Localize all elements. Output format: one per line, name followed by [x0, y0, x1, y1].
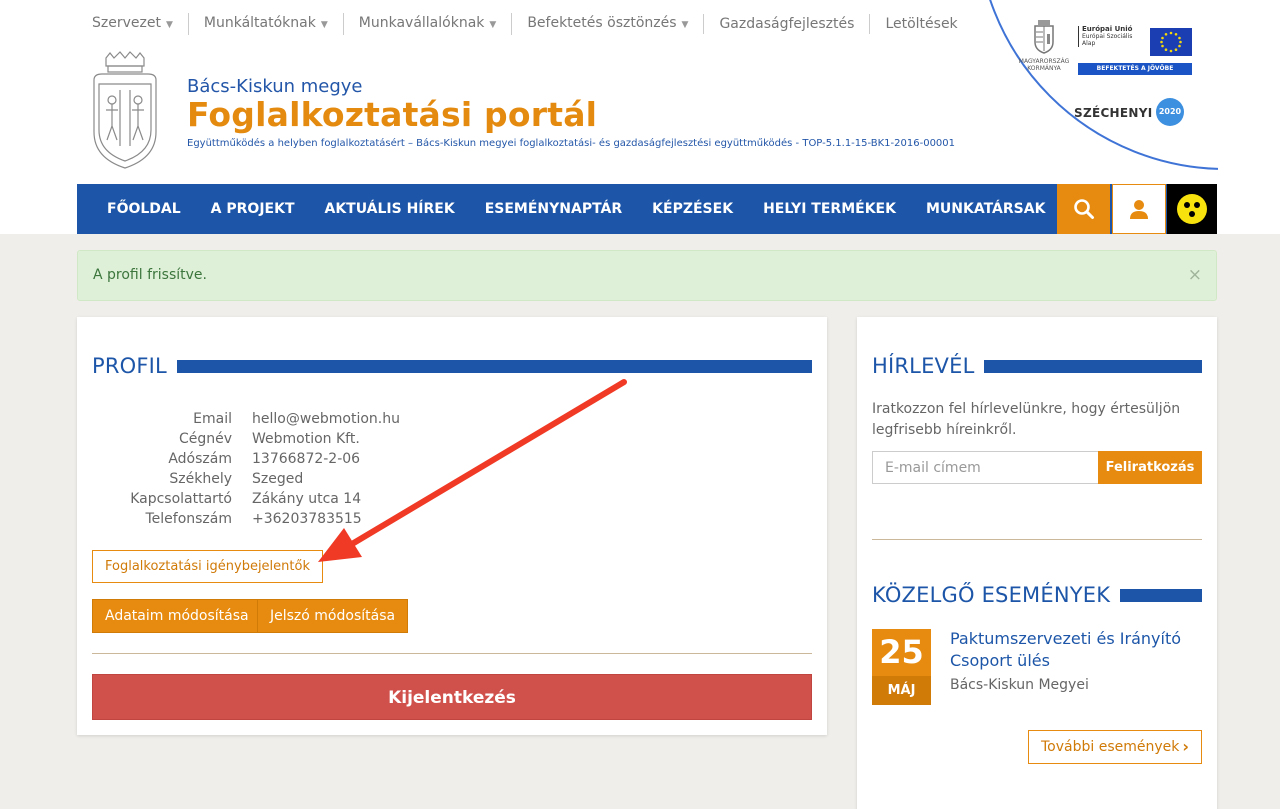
- accessibility-icon: [1177, 194, 1207, 224]
- top-menu-gazdasagfejlesztes[interactable]: Gazdaságfejlesztés: [703, 14, 869, 34]
- divider: [92, 653, 812, 654]
- profile-row-email: Email hello@webmotion.hu: [193, 411, 400, 427]
- caret-down-icon: ▼: [165, 20, 173, 30]
- caret-down-icon: ▼: [489, 20, 497, 30]
- nav-link-projekt[interactable]: A PROJEKT: [196, 201, 310, 217]
- divider: [872, 539, 1202, 540]
- event-month: MÁJ: [872, 676, 931, 705]
- subscribe-button[interactable]: Feliratkozás: [1098, 451, 1202, 484]
- sidebar-card: HÍRLEVÉL Iratkozzon fel hírlevelünkre, h…: [857, 317, 1217, 809]
- eu-name: Európai Unió: [1082, 25, 1133, 33]
- top-menu-munkavallaloknak[interactable]: Munkavállalóknak ▼: [342, 13, 512, 35]
- newsletter-title: HÍRLEVÉL: [872, 354, 975, 378]
- hungarian-government-logo: MAGYARORSZÁG KORMÁNYA: [1013, 20, 1075, 72]
- eu-slogan: BEFEKTETÉS A JÖVŐBE: [1078, 63, 1192, 75]
- edit-profile-button[interactable]: Adataim módosítása: [92, 599, 262, 633]
- nav-link-kepzesek[interactable]: KÉPZÉSEK: [637, 201, 748, 217]
- chevron-right-icon: ›: [1182, 737, 1189, 756]
- profile-row-seat: Székhely Szeged: [169, 471, 304, 487]
- site-title[interactable]: Foglalkoztatási portál: [187, 95, 597, 134]
- event-location: Bács-Kiskun Megyei: [950, 677, 1089, 693]
- profile-card: PROFIL Email hello@webmotion.hu Cégnév Web…: [77, 317, 827, 735]
- gov-label-2: KORMÁNYA: [1027, 65, 1061, 72]
- accessibility-button[interactable]: [1167, 184, 1217, 234]
- profile-row-taxnumber: Adószám 13766872-2-06: [168, 451, 361, 467]
- eu-fund-1: Európai Szociális: [1082, 33, 1133, 40]
- szechenyi-2020-icon: 2020: [1156, 98, 1184, 126]
- event-day: 25: [872, 629, 931, 676]
- alert-text: A profil frissítve.: [93, 267, 207, 283]
- caret-down-icon: ▼: [681, 20, 689, 30]
- heading-bar: [176, 359, 812, 373]
- county-crest-icon[interactable]: [90, 50, 160, 170]
- main-nav: FŐOLDAL A PROJEKT AKTUÁLIS HÍREK ESEMÉNY…: [77, 184, 1217, 234]
- nav-link-hirek[interactable]: AKTUÁLIS HÍREK: [310, 201, 470, 217]
- close-icon[interactable]: ×: [1188, 251, 1202, 300]
- szechenyi-logo: SZÉCHENYI 2020: [1074, 98, 1194, 140]
- eu-fund-2: Alap: [1082, 40, 1096, 47]
- search-button[interactable]: [1057, 184, 1110, 234]
- success-alert: A profil frissítve. ×: [77, 250, 1217, 301]
- more-events-button[interactable]: További események ›: [1028, 730, 1202, 764]
- site-description: Együttműködés a helyben foglalkoztatásér…: [187, 138, 956, 149]
- top-menu-befektetes[interactable]: Befektetés ösztönzés ▼: [511, 13, 703, 35]
- profile-row-contact: Kapcsolattartó Zákány utca 14: [130, 491, 362, 507]
- nav-link-esemenynaptar[interactable]: ESEMÉNYNAPTÁR: [470, 201, 637, 217]
- newsletter-email-input[interactable]: [872, 451, 1099, 484]
- top-menu-letoltesek[interactable]: Letöltések: [869, 14, 972, 34]
- szechenyi-text: SZÉCHENYI: [1074, 106, 1153, 120]
- heading-bar: [984, 359, 1202, 373]
- profile-row-phone: Telefonszám +36203783515: [145, 511, 362, 527]
- user-icon: [1130, 200, 1148, 219]
- profile-details: Email hello@webmotion.hu Cégnév Webmotion …: [92, 409, 400, 529]
- events-heading: KÖZELGŐ ESEMÉNYEK: [872, 583, 1202, 607]
- profile-heading: PROFIL: [92, 354, 812, 378]
- newsletter-text: Iratkozzon fel hírlevelünkre, hogy értes…: [872, 401, 1181, 438]
- top-menu-munkaltatoknak[interactable]: Munkáltatóknak ▼: [187, 13, 343, 35]
- events-title: KÖZELGŐ ESEMÉNYEK: [872, 583, 1111, 607]
- profile-title: PROFIL: [92, 354, 167, 378]
- nav-link-fooldal[interactable]: FŐOLDAL: [77, 201, 196, 217]
- profile-row-company: Cégnév Webmotion Kft.: [178, 431, 360, 447]
- more-events-label: További események: [1041, 739, 1180, 755]
- user-button[interactable]: [1112, 184, 1166, 234]
- event-date-badge: 25 MÁJ: [872, 629, 931, 705]
- top-menu-szervezet[interactable]: Szervezet ▼: [77, 13, 188, 35]
- newsletter-heading: HÍRLEVÉL: [872, 354, 1202, 378]
- top-menu: Szervezet ▼ Munkáltatóknak ▼ Munkavállalók…: [77, 12, 973, 36]
- employment-requests-button[interactable]: Foglalkoztatási igénybejelentők: [92, 550, 323, 583]
- coat-of-arms-icon: [1034, 20, 1054, 54]
- eu-flag-icon: [1150, 28, 1192, 56]
- site-county: Bács-Kiskun megye: [187, 76, 363, 97]
- nav-link-munkatarsak[interactable]: MUNKATÁRSAK: [911, 201, 1060, 217]
- event-title-link[interactable]: Paktumszervezeti és Irányító Csoport ülé…: [950, 628, 1202, 672]
- heading-bar: [1120, 588, 1202, 602]
- caret-down-icon: ▼: [320, 20, 328, 30]
- search-icon: [1073, 199, 1094, 219]
- change-password-button[interactable]: Jelszó módosítása: [257, 599, 409, 633]
- logout-button[interactable]: Kijelentkezés: [92, 674, 812, 720]
- gov-label-1: MAGYARORSZÁG: [1018, 58, 1070, 65]
- nav-link-termekek[interactable]: HELYI TERMÉKEK: [748, 201, 911, 217]
